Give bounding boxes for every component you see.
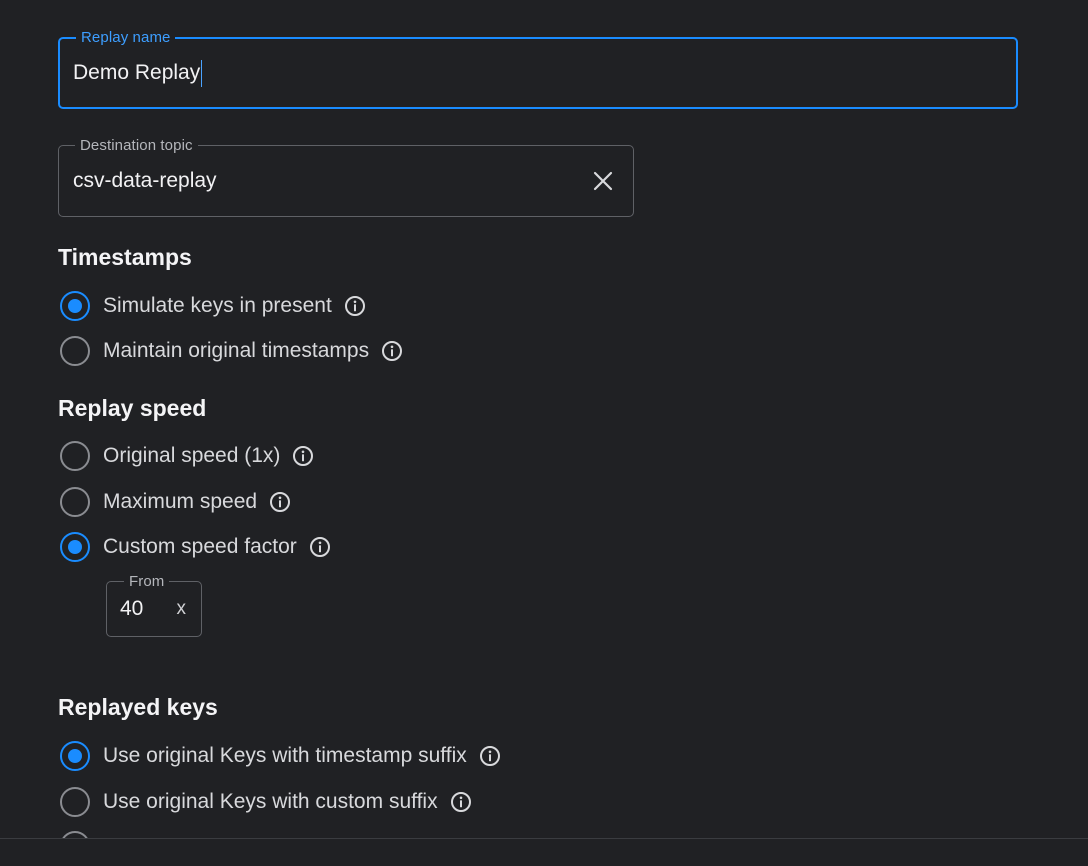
destination-topic-field[interactable]: Destination topic csv-data-replay (58, 137, 634, 217)
replay-name-input[interactable]: Demo Replay (73, 39, 203, 107)
speed-option-custom[interactable]: Custom speed factor (58, 530, 331, 564)
info-icon[interactable] (344, 295, 366, 317)
timestamps-heading: Timestamps (58, 244, 192, 270)
replay-settings-form: Replay name Demo Replay Destination topi… (0, 0, 1088, 866)
close-icon (593, 171, 613, 191)
footer-bar (0, 838, 1088, 866)
radio-label: Maximum speed (103, 490, 258, 513)
speed-option-maximum[interactable]: Maximum speed (58, 485, 291, 519)
speed-option-original[interactable]: Original speed (1x) (58, 439, 314, 473)
text-caret (201, 59, 203, 87)
destination-topic-input[interactable]: csv-data-replay (73, 146, 217, 216)
clear-topic-button[interactable] (589, 167, 617, 195)
radio-original-speed[interactable] (60, 441, 90, 471)
radio-maximum-speed[interactable] (60, 487, 90, 517)
radio-timestamp-suffix[interactable] (60, 741, 90, 771)
replay-name-value: Demo Replay (73, 61, 201, 84)
timestamp-option-simulate[interactable]: Simulate keys in present (58, 289, 366, 323)
replay-name-field[interactable]: Replay name Demo Replay (58, 29, 1018, 109)
radio-maintain-timestamps[interactable] (60, 336, 90, 366)
radio-label: Custom speed factor (103, 535, 297, 558)
info-icon[interactable] (292, 445, 314, 467)
radio-custom-speed[interactable] (60, 532, 90, 562)
info-icon[interactable] (381, 340, 403, 362)
keys-option-timestamp-suffix[interactable]: Use original Keys with timestamp suffix (58, 739, 501, 773)
radio-simulate-keys[interactable] (60, 291, 90, 321)
radio-label: Use original Keys with custom suffix (103, 790, 438, 813)
speed-factor-field[interactable]: From 40 x (106, 573, 202, 637)
radio-label: Use original Keys with timestamp suffix (103, 744, 467, 767)
radio-label: Maintain original timestamps (103, 339, 370, 362)
radio-label: Simulate keys in present (103, 294, 332, 317)
replayed-keys-heading: Replayed keys (58, 694, 218, 720)
info-icon[interactable] (479, 745, 501, 767)
info-icon[interactable] (269, 491, 291, 513)
speed-factor-input[interactable]: 40 (120, 582, 143, 636)
radio-custom-suffix[interactable] (60, 787, 90, 817)
keys-option-custom-suffix[interactable]: Use original Keys with custom suffix (58, 785, 472, 819)
timestamp-option-maintain[interactable]: Maintain original timestamps (58, 334, 403, 368)
speed-factor-value: 40 (120, 597, 144, 620)
speed-factor-suffix: x (176, 598, 187, 619)
info-icon[interactable] (450, 791, 472, 813)
info-icon[interactable] (309, 536, 331, 558)
replay-speed-heading: Replay speed (58, 395, 207, 421)
destination-topic-value: csv-data-replay (73, 169, 217, 192)
radio-label: Original speed (1x) (103, 444, 281, 467)
